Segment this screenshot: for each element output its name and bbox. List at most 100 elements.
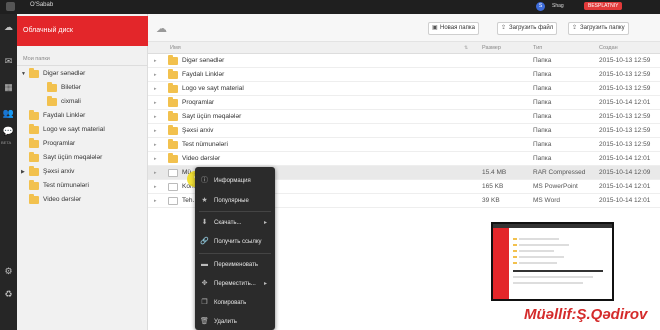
folder-icon <box>29 152 39 162</box>
gear-icon[interactable]: ⚙ <box>2 266 15 277</box>
table-row[interactable]: ▸ Şəxsi arxiv Папка 2015-10-13 12:59 <box>148 124 660 138</box>
table-row[interactable]: ▸ Video dərslər Папка 2015-10-14 12:01 <box>148 152 660 166</box>
cell-type: Папка <box>533 113 552 120</box>
sidebar-folder-label: cixmali <box>61 98 81 105</box>
row-expand-icon[interactable]: ▸ <box>154 54 157 68</box>
table-row[interactable]: ▸ Proqramlar Папка 2015-10-14 12:01 <box>148 96 660 110</box>
sidebar-folder[interactable]: Logo ve sayt material <box>17 123 148 137</box>
calendar-icon[interactable]: ▦ <box>2 82 15 93</box>
menu-item-copy[interactable]: ❐ Копировать <box>195 295 275 311</box>
col-name[interactable]: Имя <box>170 45 181 51</box>
folder-icon <box>168 153 178 163</box>
row-expand-icon[interactable]: ▸ <box>154 110 157 124</box>
contacts-icon[interactable]: 👥 <box>2 108 15 119</box>
thumb-topbar <box>493 224 612 228</box>
cell-type: RAR Compressed <box>533 169 586 176</box>
sidebar-folder[interactable]: cixmali <box>17 95 148 109</box>
cell-type: Папка <box>533 127 552 134</box>
new-folder-button[interactable]: ▣ Новая папка <box>428 22 479 35</box>
sidebar-title[interactable]: Облачный диск <box>17 16 148 46</box>
sidebar-folder[interactable]: ▶ Şəxsi arxiv <box>17 165 148 179</box>
menu-item-star[interactable]: ★ Популярные <box>195 193 275 209</box>
sidebar-header: Мои папки <box>17 56 148 66</box>
thumb-folder <box>513 256 517 258</box>
folder-icon <box>168 97 178 107</box>
row-expand-icon[interactable]: ▸ <box>154 138 157 152</box>
expand-arrow-icon[interactable]: ▼ <box>21 67 27 81</box>
sidebar-folder[interactable]: ▼ Digər sənədlər <box>17 67 148 81</box>
cell-name: Sayt üçün məqalələr <box>182 113 242 120</box>
menu-item-download[interactable]: ⬇ Скачать... ▸ <box>195 215 275 231</box>
chat-icon[interactable]: 💬 <box>2 126 15 137</box>
table-row[interactable]: ▸ Faydalı Linklər Папка 2015-10-13 12:59 <box>148 68 660 82</box>
cell-type: Папка <box>533 99 552 106</box>
thumb-row <box>519 262 557 264</box>
row-expand-icon[interactable]: ▸ <box>154 152 157 166</box>
menu-item-label: Переименовать <box>214 262 258 268</box>
upload-file-button[interactable]: ⇪ Загрузить файл <box>497 22 558 35</box>
folder-icon <box>168 111 178 121</box>
cell-created: 2015-10-13 12:59 <box>599 71 651 78</box>
menu-item-link[interactable]: 🔗 Получить ссылку <box>195 234 275 250</box>
thumb-row <box>519 238 559 240</box>
recycle-icon[interactable]: ♻ <box>2 289 15 300</box>
collapse-arrow-icon[interactable]: ▶ <box>21 165 27 179</box>
sidebar: Облачный диск Мои папки ▼ Digər sənədlər B… <box>17 14 148 330</box>
col-created[interactable]: Создан <box>599 45 618 51</box>
table-row[interactable]: ▸ Logo ve sayt material Папка 2015-10-13 12… <box>148 82 660 96</box>
upload-folder-icon: ⇪ <box>572 25 578 31</box>
menu-item-rename[interactable]: ▬ Переименовать <box>195 257 275 273</box>
menu-item-label: Популярные <box>214 198 249 204</box>
sidebar-folder-label: Test nümunələri <box>43 182 89 189</box>
upload-folder-button[interactable]: ⇪ Загрузить папку <box>568 22 629 35</box>
folder-icon <box>29 124 39 134</box>
table-row[interactable]: ▸ Digər sənədlər Папка 2015-10-13 12:59 <box>148 54 660 68</box>
cell-type: MS Word <box>533 197 560 204</box>
row-expand-icon[interactable]: ▸ <box>154 194 157 208</box>
row-expand-icon[interactable]: ▸ <box>154 68 157 82</box>
cell-name: Logo ve sayt material <box>182 85 244 92</box>
plan-badge[interactable]: BESPLATNIY <box>584 2 623 10</box>
row-expand-icon[interactable]: ▸ <box>154 124 157 138</box>
video-thumbnail <box>491 222 614 301</box>
thumb-sidebar <box>493 228 509 299</box>
info-icon: ⓘ <box>201 177 208 184</box>
cell-created: 2015-10-14 12:01 <box>599 99 651 106</box>
table-row[interactable]: ▸ Test nümunələri Папка 2015-10-13 12:59 <box>148 138 660 152</box>
cell-type: MS PowerPoint <box>533 183 578 190</box>
menu-item-delete[interactable]: 🗑 Удалить <box>195 314 275 330</box>
col-size[interactable]: Размер <box>482 45 501 51</box>
cloud-icon[interactable]: ☁ <box>2 22 15 33</box>
row-expand-icon[interactable]: ▸ <box>154 166 157 180</box>
sidebar-folder[interactable]: Sayt üçün məqalələr <box>17 151 148 165</box>
download-icon: ⬇ <box>201 219 208 226</box>
menu-item-label: Информация <box>214 178 251 184</box>
mail-icon[interactable]: ✉ <box>2 56 15 67</box>
cloud-icon: ☁ <box>156 23 167 35</box>
file-icon <box>168 183 178 191</box>
table-row[interactable]: ▸ Sayt üçün məqalələr Папка 2015-10-13 12:5… <box>148 110 660 124</box>
row-expand-icon[interactable]: ▸ <box>154 82 157 96</box>
sidebar-folder[interactable]: Proqramlar <box>17 137 148 151</box>
col-type[interactable]: Тип <box>533 45 542 51</box>
menu-item-label: Переместить... <box>214 281 256 287</box>
sidebar-folder-label: Logo ve sayt material <box>43 126 105 133</box>
sidebar-folder-label: Digər sənədlər <box>43 70 86 77</box>
sidebar-folder-label: Sayt üçün məqalələr <box>43 154 103 161</box>
thumb-row <box>513 270 603 272</box>
sidebar-folder[interactable]: Video dərslər <box>17 193 148 207</box>
user-name[interactable]: Shag <box>552 3 564 9</box>
cell-type: Папка <box>533 85 552 92</box>
sort-arrows-icon[interactable]: ⇅ <box>464 45 468 51</box>
sidebar-folder[interactable]: Biletlər <box>17 81 148 95</box>
beta-label: BETA <box>1 140 12 145</box>
menu-item-move[interactable]: ✥ Переместить... ▸ <box>195 276 275 292</box>
sidebar-folder[interactable]: Faydalı Linklər <box>17 109 148 123</box>
avatar[interactable]: S <box>536 2 545 11</box>
menu-item-info[interactable]: ⓘ Информация <box>195 173 275 189</box>
app-menu-icon[interactable] <box>6 2 15 11</box>
sidebar-folder[interactable]: Test nümunələri <box>17 179 148 193</box>
row-expand-icon[interactable]: ▸ <box>154 96 157 110</box>
folder-icon <box>29 180 39 190</box>
row-expand-icon[interactable]: ▸ <box>154 180 157 194</box>
